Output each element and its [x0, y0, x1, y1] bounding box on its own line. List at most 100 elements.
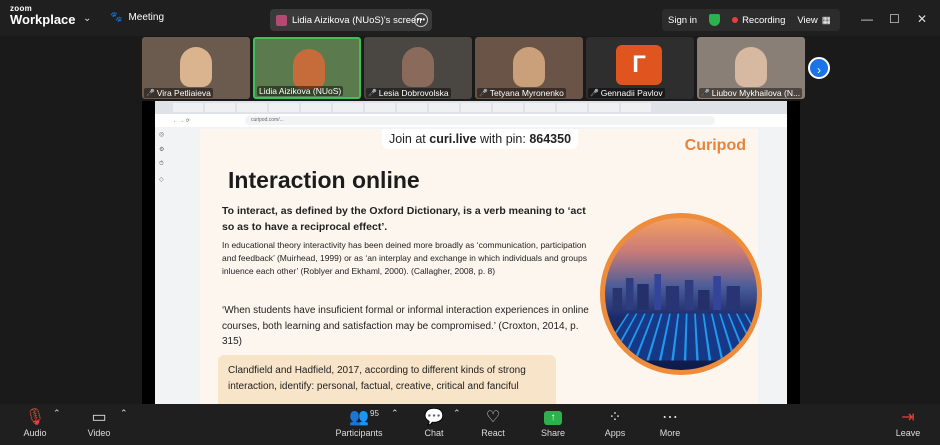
participant-avatar: Г: [616, 45, 662, 85]
react-label: React: [481, 428, 505, 438]
apps-button[interactable]: ⁘ Apps: [601, 408, 629, 438]
meeting-status-controls: Sign in Recording View ▦: [662, 9, 840, 31]
leave-door-icon: ⇥: [901, 409, 915, 426]
browser-tab[interactable]: [301, 103, 331, 112]
mic-muted-icon: 🎙: [24, 409, 46, 426]
apps-icon: ⁘: [608, 409, 622, 426]
join-site: curi.live: [429, 132, 477, 146]
participant-name: Liubov Mykhailova (N...: [711, 88, 801, 98]
participant-name-tag: 🎤 Tetyana Myronenko: [477, 88, 566, 98]
side-icon[interactable]: ◎: [159, 131, 164, 138]
participant-tile[interactable]: 🎤 Lesia Dobrovolska: [364, 37, 472, 99]
chat-options-chevron-icon[interactable]: ⌃: [453, 408, 461, 419]
slide-title: Interaction online: [228, 167, 420, 193]
brand-big: Workplace: [10, 12, 76, 27]
browser-address-bar: ← → ⟳ curipod.com/...: [155, 114, 787, 127]
digital-grid-graphic: [605, 313, 757, 361]
browser-side-panel: ◎ ⚙ ⏱ ◇: [159, 131, 164, 183]
chat-button[interactable]: 💬 Chat: [420, 408, 448, 438]
presentation-slide: Join at curi.live with pin: 864350 Curip…: [200, 129, 762, 404]
nav-arrows-icon[interactable]: ← → ⟳: [173, 118, 190, 124]
browser-tab[interactable]: [333, 103, 363, 112]
browser-tab[interactable]: [205, 103, 235, 112]
participant-video: [180, 47, 212, 87]
view-label: View: [797, 14, 818, 26]
participant-video: [735, 47, 767, 87]
leave-label: Leave: [895, 428, 921, 438]
slide-paragraph-definition: To interact, as defined by the Oxford Di…: [222, 205, 586, 233]
mic-muted-icon: 🎤: [701, 90, 710, 97]
letterbox-right: [787, 101, 800, 404]
city-illustration: [600, 213, 762, 375]
video-options-chevron-icon[interactable]: ⌃: [120, 408, 128, 419]
mic-muted-icon: 🎤: [368, 90, 377, 97]
view-button[interactable]: View ▦: [791, 15, 836, 26]
more-button[interactable]: ⋯ More: [656, 408, 684, 438]
url-field[interactable]: curipod.com/...: [244, 116, 715, 125]
meeting-menu[interactable]: 🐾 Meeting: [110, 12, 164, 23]
browser-tab[interactable]: [237, 103, 267, 112]
browser-tab[interactable]: [557, 103, 587, 112]
slide-callout: Clandfield and Hadfield, 2017, according…: [218, 355, 556, 404]
video-button[interactable]: ▭ Video: [84, 408, 114, 438]
chat-icon: 💬: [424, 409, 444, 426]
recording-dot-icon: [732, 17, 739, 23]
participant-tile[interactable]: Г 🎤 Gennadii Pavlov: [586, 37, 694, 99]
share-screen-icon: ↑: [544, 411, 562, 425]
browser-tab[interactable]: [493, 103, 523, 112]
participant-tile-active-speaker[interactable]: Lidia Aizikova (NUoS): [253, 37, 361, 99]
participant-tile[interactable]: 🎤 Tetyana Myronenko: [475, 37, 583, 99]
screen-share-indicator[interactable]: Lidia Aizikova (NUoS)'s screen •••: [270, 9, 432, 31]
audio-options-chevron-icon[interactable]: ⌃: [53, 408, 61, 419]
join-prefix: Join at: [388, 132, 430, 146]
meeting-toolbar: 🎙 Audio ⌃ ▭ Video ⌃ 👥 Participants 95 ⌃ …: [0, 404, 940, 445]
sharer-avatar: [276, 14, 287, 26]
security-shield-icon[interactable]: [703, 14, 726, 26]
side-icon[interactable]: ⏱: [159, 161, 164, 168]
minimize-icon[interactable]: —: [861, 12, 873, 26]
react-button[interactable]: ♡ React: [478, 408, 508, 438]
participant-tile[interactable]: 🎤 Liubov Mykhailova (N...: [697, 37, 805, 99]
browser-tab[interactable]: [429, 103, 459, 112]
brand-menu-chevron-icon[interactable]: ⌄: [83, 13, 91, 24]
slide-paragraph-quote: ‘When students have insuficient formal o…: [222, 305, 589, 347]
screen-share-label: Lidia Aizikova (NUoS)'s screen: [292, 14, 422, 26]
participant-tile[interactable]: 🎤 Vira Petliaieva: [142, 37, 250, 99]
browser-tab[interactable]: [269, 103, 299, 112]
leave-button[interactable]: ⇥ Leave: [894, 408, 922, 438]
browser-tab[interactable]: [365, 103, 395, 112]
audio-button[interactable]: 🎙 Audio: [20, 408, 50, 438]
slide-paragraph-theory: In educational theory interactivity has …: [222, 240, 587, 276]
participant-strip: 🎤 Vira Petliaieva Lidia Aizikova (NUoS) 🎤…: [142, 37, 805, 99]
join-banner: Join at curi.live with pin: 864350: [382, 129, 578, 149]
side-icon[interactable]: ◇: [159, 176, 164, 183]
browser-tab[interactable]: [589, 103, 619, 112]
participant-video: [513, 47, 545, 87]
browser-tab[interactable]: [621, 103, 651, 112]
browser-tab[interactable]: [173, 103, 203, 112]
participants-label: Participants: [335, 428, 383, 438]
browser-tab[interactable]: [461, 103, 491, 112]
participants-options-chevron-icon[interactable]: ⌃: [391, 408, 399, 419]
participant-video: [402, 47, 434, 87]
participant-name-tag: 🎤 Gennadii Pavlov: [588, 88, 665, 98]
browser-tab[interactable]: [525, 103, 555, 112]
participant-name-tag: 🎤 Liubov Mykhailova (N...: [699, 88, 803, 98]
signin-button[interactable]: Sign in: [662, 15, 703, 26]
join-mid: with pin:: [476, 132, 530, 146]
close-icon[interactable]: ✕: [917, 12, 927, 26]
audio-label: Audio: [23, 428, 47, 438]
apps-label: Apps: [604, 428, 626, 438]
recording-indicator[interactable]: Recording: [726, 15, 791, 26]
share-button[interactable]: ↑ Share: [538, 408, 568, 438]
maximize-icon[interactable]: ☐: [889, 12, 900, 26]
shared-screen: ← → ⟳ curipod.com/... ◎ ⚙ ⏱ ◇ Join at cu…: [155, 101, 787, 404]
more-label: More: [659, 428, 681, 438]
browser-tab[interactable]: [397, 103, 427, 112]
grid-view-icon: ▦: [821, 14, 831, 26]
side-icon[interactable]: ⚙: [159, 146, 164, 153]
more-options-icon[interactable]: •••: [414, 13, 428, 27]
participant-name: Lesia Dobrovolska: [378, 88, 449, 98]
next-page-arrow-icon[interactable]: ›: [808, 57, 830, 79]
top-bar: zoom Workplace ⌄ 🐾 Meeting Lidia Aizikov…: [0, 0, 940, 36]
